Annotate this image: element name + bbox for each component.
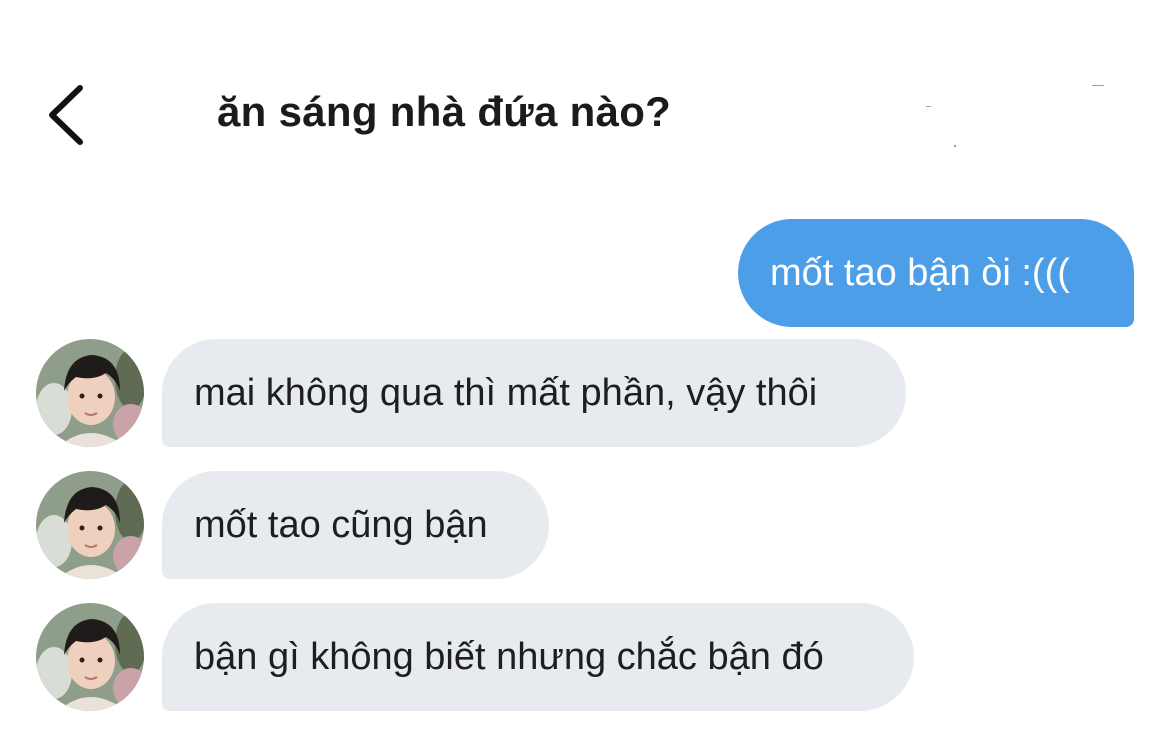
message-bubble-outgoing[interactable]: mốt tao bận òi :((( [738,219,1134,327]
contact-avatar[interactable] [36,471,144,579]
decorative-speck [954,145,956,147]
decorative-speck [1092,85,1104,86]
message-text: mốt tao cũng bận [194,504,488,546]
message-bubble-incoming[interactable]: mai không qua thì mất phần, vậy thôi [162,339,906,447]
profile-photo [36,471,144,579]
contact-avatar[interactable] [36,339,144,447]
profile-photo [36,603,144,711]
profile-photo [36,339,144,447]
back-button[interactable] [40,80,96,150]
chat-header: ăn sáng nhà đứa nào? [0,0,1169,200]
message-text: mốt tao bận òi :((( [770,252,1070,294]
message-bubble-incoming[interactable]: bận gì không biết nhưng chắc bận đó [162,603,914,711]
message-bubble-incoming[interactable]: mốt tao cũng bận [162,471,549,579]
message-text: bận gì không biết nhưng chắc bận đó [194,636,824,678]
message-text: mai không qua thì mất phần, vậy thôi [194,372,818,414]
chat-title: ăn sáng nhà đứa nào? [217,88,672,135]
decorative-speck [926,106,931,107]
contact-avatar[interactable] [36,603,144,711]
chevron-left-icon [49,85,83,145]
